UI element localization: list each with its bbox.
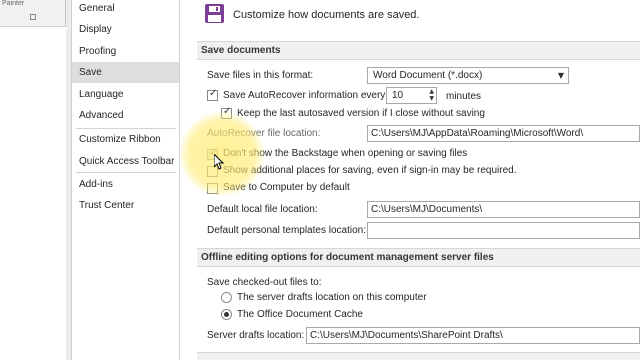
section-offline-editing: Offline editing options for document man… bbox=[197, 248, 640, 267]
section-save-documents: Save documents bbox=[197, 41, 640, 60]
background-pane bbox=[0, 26, 66, 360]
save-options-panel: Customize how documents are saved. Save … bbox=[185, 0, 640, 360]
nav-item-trust-center[interactable]: Trust Center bbox=[72, 195, 179, 216]
server-drafts-label: Server drafts location: bbox=[207, 330, 305, 341]
nav-item-language[interactable]: Language bbox=[72, 84, 179, 105]
keep-last-autosaved-checkbox[interactable] bbox=[221, 106, 232, 119]
nav-item-advanced[interactable]: Advanced bbox=[72, 105, 179, 126]
radio-server-drafts[interactable] bbox=[221, 292, 232, 303]
autorecover-checkbox[interactable] bbox=[207, 88, 218, 101]
save-format-select[interactable]: Word Document (*.docx) ▼ bbox=[367, 67, 569, 84]
save-to-computer-label: Save to Computer by default bbox=[223, 182, 350, 193]
autorecover-label: Save AutoRecover information every bbox=[223, 90, 386, 101]
minutes-label: minutes bbox=[446, 91, 482, 102]
server-drafts-field[interactable]: C:\Users\MJ\Documents\SharePoint Drafts\ bbox=[306, 327, 640, 344]
mouse-pointer-icon bbox=[214, 154, 224, 170]
default-personal-label: Default personal templates location: bbox=[207, 225, 366, 236]
default-local-label: Default local file location: bbox=[207, 204, 318, 215]
page-title: Customize how documents are saved. bbox=[233, 9, 420, 21]
nav-item-proofing[interactable]: Proofing bbox=[72, 41, 179, 62]
dialog-launcher-icon bbox=[30, 14, 36, 20]
options-category-nav: General Display Proofing Save Language A… bbox=[72, 0, 180, 360]
radio-server-drafts-label: The server drafts location on this compu… bbox=[237, 292, 427, 303]
nav-item-customize-ribbon[interactable]: Customize Ribbon bbox=[72, 129, 179, 150]
autorecover-minutes-value: 10 bbox=[392, 90, 404, 101]
autorecover-minutes-spinner[interactable]: 10 ▲ ▼ bbox=[386, 87, 437, 104]
nav-item-display[interactable]: Display bbox=[72, 19, 179, 40]
section-next bbox=[197, 352, 640, 360]
floppy-disk-icon bbox=[205, 4, 224, 23]
radio-office-document-cache[interactable] bbox=[221, 309, 232, 320]
autorecover-location-label: AutoRecover file location: bbox=[207, 128, 321, 139]
nav-item-add-ins[interactable]: Add-ins bbox=[72, 174, 179, 195]
chevron-down-icon: ▼ bbox=[557, 71, 564, 80]
radio-office-document-cache-label: The Office Document Cache bbox=[237, 309, 363, 320]
keep-last-autosaved-label: Keep the last autosaved version if I clo… bbox=[237, 108, 485, 119]
checked-out-label: Save checked-out files to: bbox=[207, 277, 322, 288]
save-format-value: Word Document (*.docx) bbox=[373, 70, 483, 81]
default-local-field[interactable]: C:\Users\MJ\Documents\ bbox=[367, 201, 640, 218]
ribbon-label: Painter bbox=[2, 0, 25, 7]
additional-places-label: Show additional places for saving, even … bbox=[223, 165, 517, 176]
autorecover-location-field[interactable]: C:\Users\MJ\AppData\Roaming\Microsoft\Wo… bbox=[367, 125, 640, 142]
default-personal-field[interactable] bbox=[367, 222, 640, 239]
nav-item-quick-access-toolbar[interactable]: Quick Access Toolbar bbox=[72, 151, 179, 172]
spin-down-icon[interactable]: ▼ bbox=[429, 96, 434, 102]
nav-item-general[interactable]: General bbox=[72, 0, 179, 19]
nav-divider bbox=[76, 172, 176, 173]
nav-item-save[interactable]: Save bbox=[72, 62, 179, 83]
save-to-computer-checkbox[interactable] bbox=[207, 183, 218, 194]
backstage-label: Don't show the Backstage when opening or… bbox=[223, 148, 468, 159]
format-label: Save files in this format: bbox=[207, 70, 314, 81]
background-document: Painter bbox=[0, 0, 66, 360]
